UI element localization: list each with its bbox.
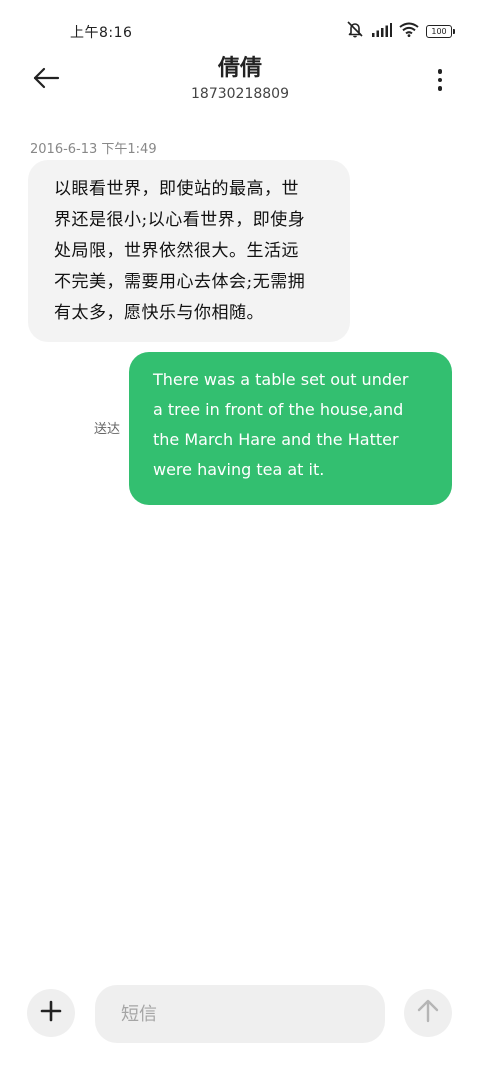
outgoing-message-line: a tree in front of the house,and [153,400,404,419]
send-button[interactable] [404,989,452,1037]
more-vertical-icon-dot [437,77,443,83]
incoming-message-line: 有太多，愿快乐与你相随。 [54,303,264,323]
incoming-message-line: 界还是很小;以心看世界，即使身 [54,210,306,230]
contact-number: 18730218809 [191,86,289,102]
more-vertical-icon-dot [437,86,443,91]
sms-input[interactable] [95,985,385,1043]
outgoing-message-line: the March Hare and the Hatter [153,430,399,449]
more-vertical-icon-dot [437,69,443,74]
send-arrow-up-icon [416,998,440,1028]
contact-name: 倩倩 [217,56,262,81]
incoming-message-line: 处局限，世界依然很大。生活远 [54,241,299,261]
outgoing-message-line: were having tea at it. [153,460,325,479]
battery-icon: 100 [426,24,455,38]
message-timestamp: 2016-6-13 下午1:49 [30,142,157,157]
status-time: 上午8:16 [70,25,133,41]
incoming-message-line: 不完美，需要用心去体会;无需拥 [54,272,306,292]
sms-conversation-screen: 上午8:16 100 倩倩 18730218809 2016-6-13 下午1:… [0,0,480,1066]
incoming-message-line: 以眼看世界，即使站的最高，世 [54,179,299,199]
status-icons: 100 [345,20,455,42]
back-button[interactable] [28,66,64,94]
delivery-status: 送达 [94,422,121,437]
signal-icon [372,22,392,41]
mute-bell-icon [345,20,365,42]
add-attachment-button[interactable] [27,989,75,1037]
more-options-button[interactable] [428,66,452,94]
plus-icon [39,999,63,1027]
wifi-icon [399,22,419,41]
contact-title: 倩倩 18730218809 [120,54,360,104]
compose-bar [0,980,480,1050]
outgoing-message-line: There was a table set out under [153,370,409,389]
conversation-header: 倩倩 18730218809 [0,50,480,110]
outgoing-message-bubble[interactable]: There was a table set out under a tree i… [129,352,452,505]
back-arrow-icon [32,67,60,93]
incoming-message-bubble[interactable]: 以眼看世界，即使站的最高，世 界还是很小;以心看世界，即使身 处局限，世界依然很… [28,160,350,342]
